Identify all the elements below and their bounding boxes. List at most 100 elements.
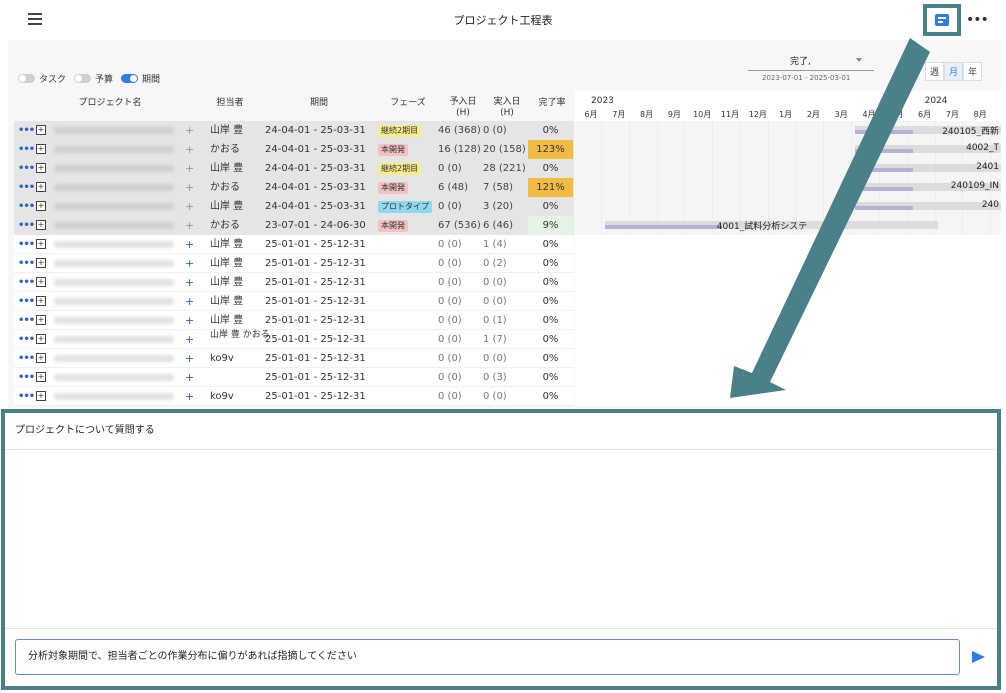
project-name-redacted [54, 336, 174, 343]
expand-icon[interactable]: + [36, 144, 46, 154]
table-row[interactable]: ••• + + 山岸 豊 25-01-01 - 25-12-31 0 (0) 1 (4) 0% [14, 235, 574, 254]
toggle-period[interactable] [121, 74, 139, 83]
row-menu-icon[interactable]: ••• [18, 254, 35, 273]
table-row[interactable]: ••• + + かおる 24-04-01 - 25-03-31 本開発 16 (128) 20… [14, 140, 574, 159]
row-menu-icon[interactable]: ••• [18, 235, 35, 254]
plan-cell: 0 (0) [438, 334, 462, 345]
header-done: 完了率 [538, 98, 566, 108]
toggle-budget[interactable] [74, 74, 92, 83]
period-cell: 25-01-01 - 25-12-31 [265, 296, 366, 307]
add-member-icon[interactable]: + [185, 368, 194, 387]
add-member-icon[interactable]: + [185, 311, 194, 330]
table-row[interactable]: ••• + + 山岸 豊 25-01-01 - 25-12-31 0 (0) 0 (0) 0% [14, 273, 574, 292]
table-row[interactable]: ••• + + 山岸 豊 25-01-01 - 25-12-31 0 (0) 0 (2) 0% [14, 254, 574, 273]
phase-badge: 本開発 [378, 182, 408, 194]
expand-icon[interactable]: + [36, 353, 46, 363]
expand-icon[interactable]: + [36, 277, 46, 287]
owner-cell: かおる [210, 182, 240, 193]
project-name-redacted [54, 355, 174, 362]
row-menu-icon[interactable]: ••• [18, 387, 35, 406]
expand-icon[interactable]: + [36, 163, 46, 173]
add-member-icon[interactable]: + [185, 159, 194, 178]
expand-icon[interactable]: + [36, 391, 46, 401]
scale-week-button[interactable]: 週 [925, 62, 945, 81]
project-name-redacted [54, 260, 174, 267]
add-member-icon[interactable]: + [185, 235, 194, 254]
period-cell: 25-01-01 - 25-12-31 [265, 277, 366, 288]
expand-icon[interactable]: + [36, 201, 46, 211]
row-menu-icon[interactable]: ••• [18, 121, 35, 140]
add-member-icon[interactable]: + [185, 273, 194, 292]
add-member-icon[interactable]: + [185, 292, 194, 311]
period-cell: 25-01-01 - 25-12-31 [265, 391, 366, 402]
add-member-icon[interactable]: + [185, 197, 194, 216]
table-row[interactable]: ••• + + 山岸 豊 24-04-01 - 25-03-31 プロトタイプ 0 (0) 3… [14, 197, 574, 216]
expand-icon[interactable]: + [36, 125, 46, 135]
table-row[interactable]: ••• + + ko9v 25-01-01 - 25-12-31 0 (0) 0 (0) 0% [14, 349, 574, 368]
project-name-redacted [54, 222, 174, 229]
chat-input[interactable]: 分析対象期間で、担当者ごとの作業分布に偏りがあれば指摘してください [15, 639, 960, 675]
gantt-month-label: 10月 [693, 110, 712, 119]
gantt-month-label: 8月 [640, 110, 654, 119]
row-menu-icon[interactable]: ••• [18, 140, 35, 159]
scale-switch: 週 月 年 [925, 62, 983, 81]
expand-icon[interactable]: + [36, 372, 46, 382]
chat-button[interactable] [923, 4, 961, 36]
add-member-icon[interactable]: + [185, 121, 194, 140]
row-menu-icon[interactable]: ••• [18, 159, 35, 178]
table-row[interactable]: ••• + + 山岸 豊 24-04-01 - 25-03-31 継続2期目 46 (368… [14, 121, 574, 140]
actual-cell: 0 (0) [483, 296, 507, 307]
gantt-bar-label: 2401 [976, 162, 999, 172]
row-menu-icon[interactable]: ••• [18, 311, 35, 330]
expand-icon[interactable]: + [36, 239, 46, 249]
gantt-progress [855, 187, 914, 191]
plan-cell: 0 (0) [438, 296, 462, 307]
add-member-icon[interactable]: + [185, 387, 194, 406]
expand-icon[interactable]: + [36, 220, 46, 230]
actual-cell: 1 (4) [483, 239, 507, 250]
gantt-progress [855, 168, 914, 172]
add-member-icon[interactable]: + [185, 216, 194, 235]
expand-icon[interactable]: + [36, 334, 46, 344]
send-icon[interactable] [972, 651, 985, 663]
add-member-icon[interactable]: + [185, 349, 194, 368]
scale-month-button[interactable]: 月 [944, 62, 964, 81]
expand-icon[interactable]: + [36, 258, 46, 268]
expand-icon[interactable]: + [36, 315, 46, 325]
add-member-icon[interactable]: + [185, 254, 194, 273]
table-row[interactable]: ••• + +25-01-01 - 25-12-31 0 (0) 0 (3) 0% [14, 368, 574, 387]
done-rate-cell: 0% [542, 239, 559, 250]
table-row[interactable]: ••• + + かおる 23-07-01 - 24-06-30 本開発 67 (536) 6 … [14, 216, 574, 235]
done-rate-cell: 0% [542, 315, 559, 326]
scale-year-button[interactable]: 年 [963, 62, 983, 81]
row-menu-icon[interactable]: ••• [18, 330, 35, 349]
row-menu-icon[interactable]: ••• [18, 197, 35, 216]
toggle-task[interactable] [18, 74, 35, 83]
more-options-button[interactable]: ••• [966, 12, 989, 28]
gantt-month-label: 1月 [779, 110, 793, 119]
table-row[interactable]: ••• + + かおる 24-04-01 - 25-03-31 本開発 6 (48) 7 (5… [14, 178, 574, 197]
gantt-month-label: 11月 [720, 110, 740, 119]
add-member-icon[interactable]: + [185, 178, 194, 197]
done-rate-cell: 0% [542, 125, 559, 136]
table-row[interactable]: ••• + + 山岸 豊 かおる 25-01-01 - 25-12-31 0 (0) 1 (… [14, 330, 574, 349]
table-row[interactable]: ••• + + ko9v 25-01-01 - 25-12-31 0 (0) 0 (0) 0% [14, 387, 574, 406]
row-menu-icon[interactable]: ••• [18, 368, 35, 387]
table-row[interactable]: ••• + + 山岸 豊 24-04-01 - 25-03-31 継続2期目 0 (0) 28… [14, 159, 574, 178]
add-member-icon[interactable]: + [185, 140, 194, 159]
row-menu-icon[interactable]: ••• [18, 178, 35, 197]
row-menu-icon[interactable]: ••• [18, 292, 35, 311]
gantt-bar-label: 240 [981, 200, 999, 210]
table-row[interactable]: ••• + + 山岸 豊 25-01-01 - 25-12-31 0 (0) 0 (0) 0% [14, 292, 574, 311]
period-cell: 24-04-01 - 25-03-31 [265, 163, 366, 174]
row-menu-icon[interactable]: ••• [18, 349, 35, 368]
actual-cell: 0 (0) [483, 353, 507, 364]
add-member-icon[interactable]: + [185, 330, 194, 349]
row-menu-icon[interactable]: ••• [18, 273, 35, 292]
table-row[interactable]: ••• + + 山岸 豊 25-01-01 - 25-12-31 0 (0) 0 (1) 0% [14, 311, 574, 330]
expand-icon[interactable]: + [36, 182, 46, 192]
row-menu-icon[interactable]: ••• [18, 216, 35, 235]
expand-icon[interactable]: + [36, 296, 46, 306]
status-filter[interactable]: 完了, 2023-07-01 - 2025-03-01 [748, 52, 874, 84]
owner-cell: 山岸 豊 [210, 296, 244, 307]
